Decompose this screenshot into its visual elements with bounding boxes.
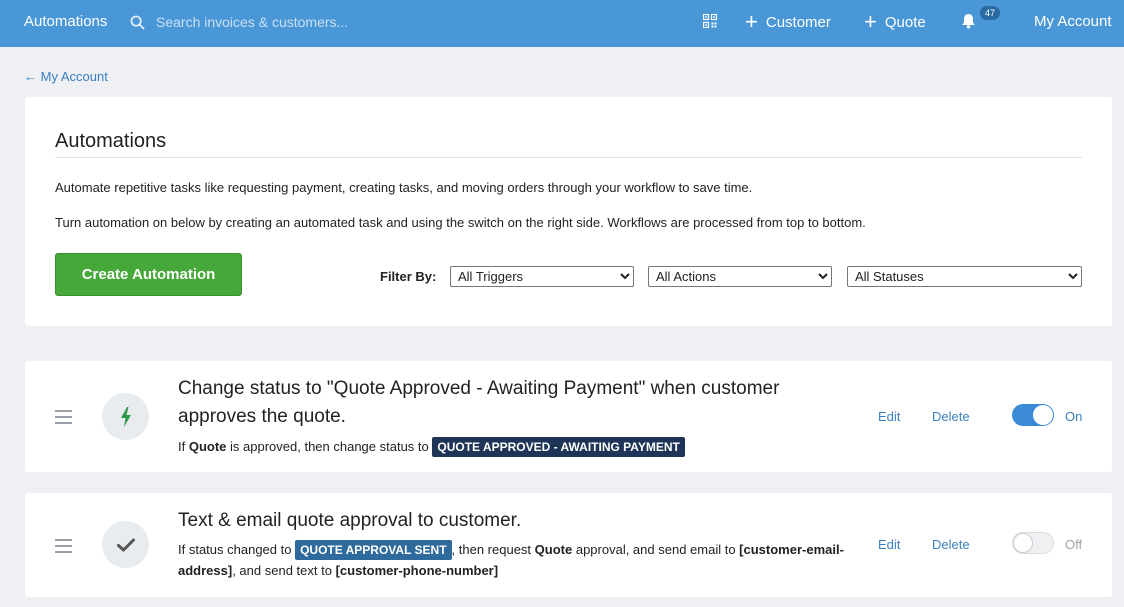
title-divider (55, 157, 1082, 158)
automation-type-badge (102, 521, 149, 568)
search-icon (130, 15, 145, 29)
delete-link[interactable]: Delete (932, 537, 970, 552)
check-icon (116, 538, 135, 551)
page-title: Automations (55, 130, 167, 152)
status-tag: QUOTE APPROVED - AWAITING PAYMENT (432, 437, 685, 457)
toggle-state-label: Off (1065, 537, 1083, 552)
search-input[interactable] (156, 14, 416, 30)
automation-toggle[interactable] (1012, 404, 1054, 426)
detail-text: , and send text to (232, 563, 336, 578)
automation-row: Change status to "Quote Approved - Await… (25, 361, 1112, 472)
search-box[interactable] (130, 12, 416, 32)
description-text-2: Turn automation on below by creating an … (55, 215, 866, 230)
new-quote-label: Quote (884, 13, 926, 31)
new-quote-button[interactable]: + Quote (864, 9, 926, 34)
drag-handle-icon[interactable] (55, 410, 72, 428)
detail-text: If status changed to (178, 542, 296, 557)
automation-type-badge (102, 393, 149, 440)
my-account-link[interactable]: My Account (1034, 13, 1112, 30)
new-customer-button[interactable]: + Customer (745, 9, 831, 34)
automation-detail: If status changed to QUOTE APPROVAL SENT… (178, 539, 868, 581)
notification-count-badge: 47 (980, 6, 1001, 20)
detail-text: , then request (451, 542, 535, 557)
edit-link[interactable]: Edit (878, 409, 900, 424)
automations-header-card: Automations Automate repetitive tasks li… (25, 97, 1112, 326)
toggle-state-label: On (1065, 409, 1083, 424)
top-navbar: Automations + Customer + Quote 47 My Acc… (0, 0, 1124, 47)
automation-row: Text & email quote approval to customer.… (25, 493, 1112, 597)
brand-title[interactable]: Automations (24, 13, 107, 30)
automation-title: Change status to "Quote Approved - Await… (178, 378, 780, 427)
plus-icon: + (745, 9, 758, 34)
create-automation-button[interactable]: Create Automation (55, 253, 242, 296)
detail-text: is approved, then change status to (226, 439, 433, 454)
automation-detail: If Quote is approved, then change status… (178, 436, 868, 457)
back-to-account-link[interactable]: ← My Account (24, 69, 108, 84)
plus-icon: + (864, 9, 877, 34)
detail-text: approval, and send email to (572, 542, 740, 557)
status-tag: QUOTE APPROVAL SENT (295, 540, 452, 560)
qr-code-icon[interactable] (703, 14, 717, 28)
triggers-filter-select[interactable]: All Triggers (450, 266, 634, 287)
toggle-knob (1033, 405, 1053, 425)
bell-icon[interactable] (961, 13, 976, 29)
lightning-icon (120, 406, 131, 427)
edit-link[interactable]: Edit (878, 537, 900, 552)
detail-bold: Quote (534, 542, 573, 557)
actions-filter-select[interactable]: All Actions (648, 266, 832, 287)
detail-text: If (178, 439, 189, 454)
automation-title: Text & email quote approval to customer. (178, 510, 522, 531)
description-text-1: Automate repetitive tasks like requestin… (55, 180, 753, 195)
statuses-filter-select[interactable]: All Statuses (847, 266, 1082, 287)
detail-bold: Quote (188, 439, 227, 454)
automation-toggle[interactable] (1012, 532, 1054, 554)
toggle-knob (1013, 533, 1033, 553)
drag-handle-icon[interactable] (55, 539, 72, 557)
delete-link[interactable]: Delete (932, 409, 970, 424)
filter-by-label: Filter By: (380, 269, 437, 284)
detail-bold: [customer-phone-number] (335, 563, 499, 578)
new-customer-label: Customer (765, 13, 831, 31)
